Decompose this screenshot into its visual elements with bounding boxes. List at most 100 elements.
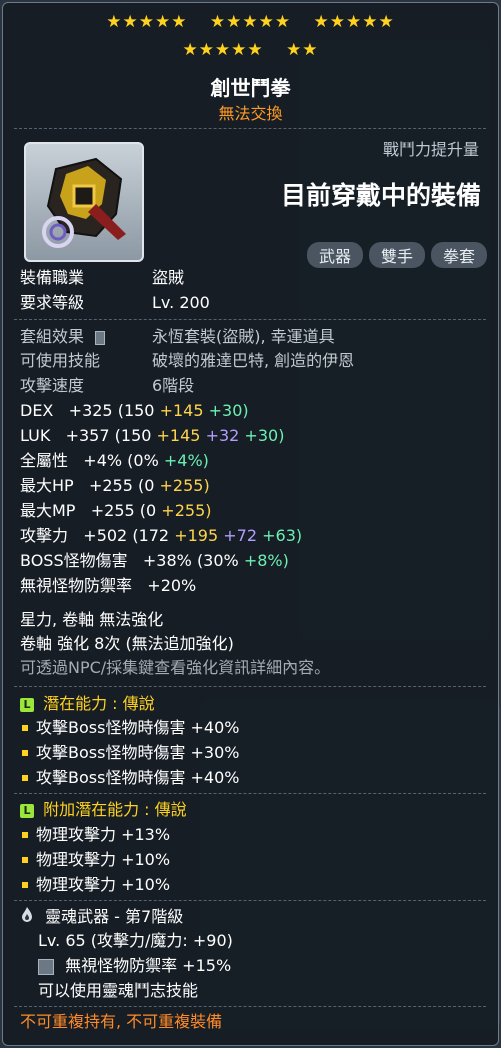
soul-flame-icon: [20, 906, 34, 922]
enhance-line-1: 星力, 卷軸 無法強化: [20, 610, 164, 629]
soul-level: Lv. 65 (攻擊力/魔力: +90): [38, 931, 233, 950]
stat-hp-flame: +255): [159, 476, 210, 495]
star-force-row: ★★★★★ ★★: [0, 40, 501, 60]
tag-knuckle: 拳套: [430, 242, 487, 268]
attack-speed-value: 6階段: [152, 376, 195, 395]
stat-attack-total: +502: [83, 526, 128, 545]
stat-dex-enhance: +30): [208, 401, 249, 420]
stat-dex-flame: +145: [159, 401, 204, 420]
stat-dex-base: (150: [117, 401, 155, 420]
stat-allstat-enhance: +4%): [163, 451, 209, 470]
divider: [14, 900, 486, 901]
divider: [14, 1006, 486, 1007]
potential-line: 攻擊Boss怪物時傷害 +30%: [20, 743, 240, 763]
stat-dex: DEX +325 (150 +145 +30): [20, 401, 249, 421]
bullet-icon: [22, 856, 28, 863]
stat-ignore-def-label: 無視怪物防禦率: [20, 576, 133, 595]
stat-boss-label: BOSS怪物傷害: [20, 551, 128, 570]
potential-line: 攻擊Boss怪物時傷害 +40%: [20, 718, 240, 738]
uniqueness-notice: 不可重複持有, 不可重複裝備: [20, 1012, 223, 1031]
set-effect-label-text: 套組效果: [20, 327, 85, 346]
skill-label: 可使用技能: [20, 351, 101, 370]
bullet-icon: [22, 749, 28, 756]
stat-luk-flame: +145: [156, 426, 201, 445]
stat-allstat: 全屬性 +4% (0% +4%): [20, 451, 209, 471]
star-group: ★★: [286, 40, 319, 60]
stat-hp: 最大HP +255 (0 +255): [20, 476, 210, 496]
bonus-line-text: 物理攻擊力 +10%: [36, 850, 171, 869]
power-increase-label: 戰鬥力提升量: [382, 140, 479, 159]
divider: [14, 128, 486, 129]
skill-value: 破壞的雅達巴特, 創造的伊恩: [152, 351, 355, 370]
item-icon: [24, 142, 144, 262]
stat-luk-label: LUK: [20, 426, 51, 445]
stat-boss-total: +38%: [142, 551, 192, 570]
bonus-line: 物理攻擊力 +10%: [20, 850, 170, 870]
stat-luk-scroll: +32: [205, 426, 240, 445]
fist-weapon-icon: [42, 157, 126, 248]
stat-attack-label: 攻擊力: [20, 526, 69, 545]
soul-effect: 無視怪物防禦率 +15%: [65, 956, 232, 975]
trade-status: 無法交換: [218, 104, 283, 123]
stat-mp: 最大MP +255 (0 +255): [20, 501, 211, 521]
set-effect-label: 套組效果: [20, 327, 111, 347]
divider: [14, 793, 486, 794]
stat-luk: LUK +357 (150 +145 +32 +30): [20, 426, 284, 446]
stat-luk-base: (150: [114, 426, 152, 445]
stat-dex-total: +325: [68, 401, 113, 420]
stat-attack-scroll: +72: [223, 526, 258, 545]
stat-boss: BOSS怪物傷害 +38% (30% +8%): [20, 551, 289, 571]
stat-boss-enhance: +8%): [243, 551, 289, 570]
stat-allstat-total: +4%: [83, 451, 123, 470]
stat-attack-enhance: +63): [262, 526, 303, 545]
enhance-line-2: 卷軸 強化 8次 (無法追加強化): [20, 634, 234, 653]
stat-luk-total: +357: [65, 426, 110, 445]
stat-hp-label: 最大HP: [20, 476, 74, 495]
potential-header: L 潛在能力 : 傳說: [20, 694, 155, 714]
req-job-row: 裝備職業: [20, 268, 84, 288]
soul-weapon-title: 靈魂武器 - 第7階級: [45, 907, 184, 926]
stat-mp-flame: +255): [161, 501, 212, 520]
stat-ignore-def: 無視怪物防禦率 +20%: [20, 576, 196, 596]
req-level-label: 要求等級: [20, 293, 85, 312]
divider: [14, 686, 486, 687]
stat-attack-base: (172: [132, 526, 170, 545]
power-increase-value: 目前穿戴中的裝備: [280, 181, 481, 210]
bonus-line-text: 物理攻擊力 +13%: [36, 825, 171, 844]
soul-effect-row: 無視怪物防禦率 +15%: [38, 956, 231, 976]
bonus-line-text: 物理攻擊力 +10%: [36, 875, 171, 894]
bonus-potential-header: L 附加潛在能力 : 傳說: [20, 800, 187, 820]
soul-weapon-header: 靈魂武器 - 第7階級: [20, 906, 183, 927]
bonus-line: 物理攻擊力 +10%: [20, 875, 170, 895]
bullet-icon: [22, 881, 28, 888]
set-effect-value: 永恆套裝(盜賊), 幸運道具: [152, 327, 335, 346]
stat-attack-flame: +195: [174, 526, 219, 545]
potential-title: 潛在能力 : 傳說: [43, 694, 155, 713]
star-group: ★★★★★: [182, 40, 264, 60]
legendary-grade-icon: L: [20, 697, 34, 712]
divider: [14, 319, 486, 320]
req-level-value: Lv. 200: [152, 293, 210, 312]
stat-mp-base: (0: [139, 501, 157, 520]
star-group: ★★★★★: [106, 12, 188, 32]
lock-icon[interactable]: [95, 330, 106, 345]
stat-allstat-base: (0%: [127, 451, 159, 470]
star-group: ★★★★★: [313, 12, 395, 32]
tag-two-handed: 雙手: [368, 242, 425, 268]
soul-skill: 可以使用靈魂鬥志技能: [38, 981, 199, 1000]
bullet-icon: [22, 724, 28, 731]
legendary-grade-icon: L: [20, 803, 34, 818]
stat-luk-enhance: +30): [244, 426, 285, 445]
stat-mp-label: 最大MP: [20, 501, 76, 520]
tag-weapon: 武器: [306, 242, 363, 268]
attack-speed-label: 攻擊速度: [20, 376, 85, 395]
stat-ignore-def-total: +20%: [147, 576, 197, 595]
potential-line-text: 攻擊Boss怪物時傷害 +40%: [36, 768, 240, 787]
stat-boss-base: (30%: [196, 551, 239, 570]
potential-line-text: 攻擊Boss怪物時傷害 +40%: [36, 718, 240, 737]
potential-line: 攻擊Boss怪物時傷害 +40%: [20, 768, 240, 788]
stat-hp-total: +255: [88, 476, 133, 495]
stat-allstat-label: 全屬性: [20, 451, 69, 470]
soul-option-icon: [38, 958, 54, 975]
category-tags: 武器 雙手 拳套: [306, 242, 487, 268]
